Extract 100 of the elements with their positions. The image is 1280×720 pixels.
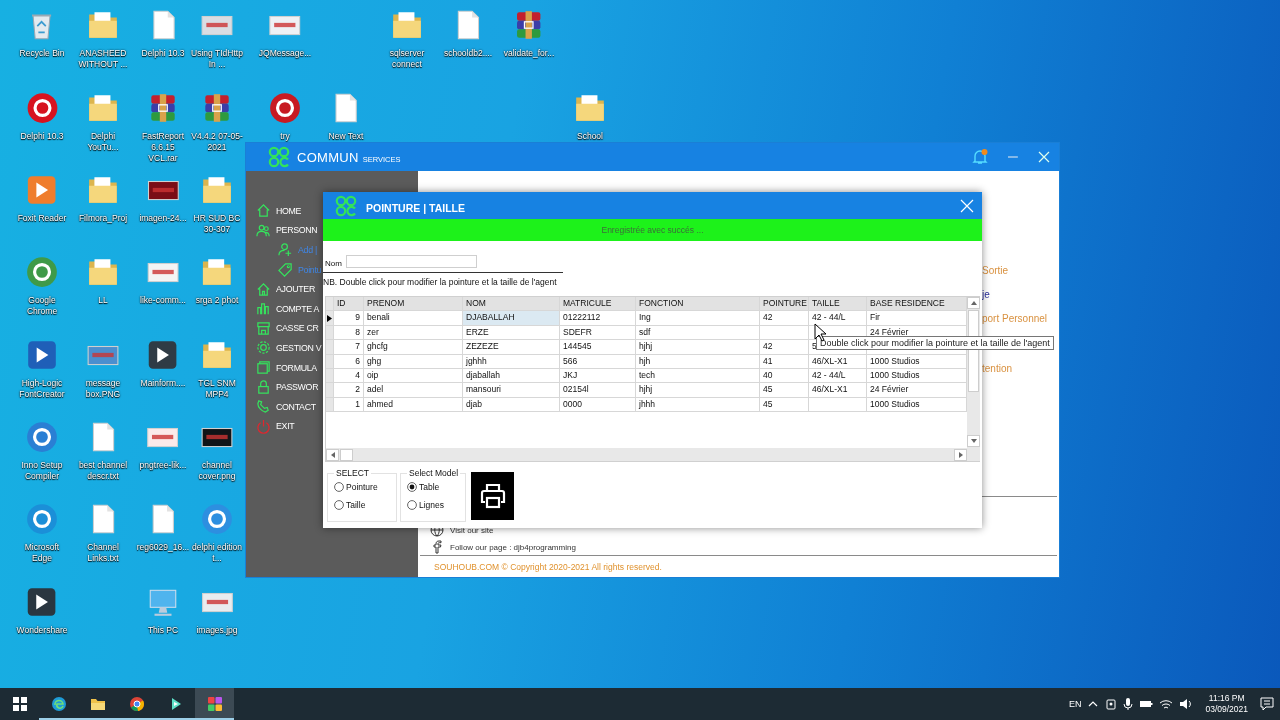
- menu-item[interactable]: PASSWOR: [256, 377, 319, 397]
- print-button[interactable]: [471, 472, 514, 520]
- close-icon[interactable]: [1037, 150, 1051, 164]
- desktop-shortcut[interactable]: Inno Setup Compiler: [15, 420, 69, 482]
- menu-item[interactable]: PERSONN: [256, 220, 318, 241]
- menu-item[interactable]: AJOUTER: [256, 279, 315, 299]
- desktop-shortcut[interactable]: like-comm...: [140, 255, 186, 306]
- column-header[interactable]: ID: [334, 297, 364, 312]
- desktop-shortcut[interactable]: images.jpg: [196, 585, 238, 636]
- desktop-shortcut[interactable]: Mainform....: [140, 338, 186, 389]
- menu-item[interactable]: COMPTE A: [256, 298, 320, 319]
- desktop-shortcut[interactable]: Delphi 10.3: [20, 91, 64, 142]
- menu-item[interactable]: HOME: [256, 201, 302, 221]
- desktop-shortcut[interactable]: sqlserver connect: [380, 8, 434, 70]
- menu-item[interactable]: Add |: [256, 240, 317, 260]
- desktop-shortcut[interactable]: best channel descr.txt: [76, 420, 130, 482]
- table-cell: 45: [760, 397, 809, 413]
- desktop-shortcut[interactable]: Delphi 10.3: [141, 8, 185, 59]
- desktop-shortcut[interactable]: Filmora_Proj: [78, 173, 128, 224]
- desktop-shortcut[interactable]: HR SUD BC 30-307: [190, 173, 244, 235]
- wifi-icon[interactable]: [1159, 698, 1174, 710]
- column-header[interactable]: NOM: [463, 297, 560, 312]
- speaker-icon[interactable]: [1179, 698, 1194, 710]
- language-indicator[interactable]: EN: [1068, 699, 1082, 709]
- radio-button[interactable]: [407, 482, 417, 492]
- menu-item[interactable]: Pointu: [256, 259, 322, 280]
- desktop-shortcut[interactable]: schooldb2....: [443, 8, 493, 59]
- desktop-shortcut[interactable]: pngtree-lik...: [139, 420, 187, 471]
- field-label: Nom: [325, 259, 342, 268]
- desktop-shortcut[interactable]: LL: [86, 255, 120, 306]
- link[interactable]: port Personnel: [982, 312, 1048, 326]
- desktop-shortcut[interactable]: delphi edition t...: [190, 502, 244, 564]
- radio-option[interactable]: Taille: [334, 500, 392, 510]
- desktop-shortcut[interactable]: validate_for...: [503, 8, 555, 59]
- link[interactable]: Follow our page : djb4programming: [450, 542, 576, 552]
- table-cell: 2: [334, 383, 364, 398]
- desktop-shortcut[interactable]: ANASHEED WITHOUT ...: [76, 8, 130, 70]
- desktop-shortcut[interactable]: Channel Links.txt: [76, 502, 130, 564]
- menu-item[interactable]: EXIT: [256, 416, 295, 437]
- table-cell: 1: [334, 397, 364, 413]
- battery-icon[interactable]: [1139, 698, 1154, 710]
- radio-option[interactable]: Table: [407, 482, 461, 492]
- desktop-shortcut[interactable]: Foxit Reader: [17, 173, 67, 224]
- microphone-icon[interactable]: [1123, 697, 1134, 711]
- link[interactable]: Sortie: [982, 264, 1009, 278]
- column-header[interactable]: PRENOM: [364, 297, 463, 312]
- menu-item[interactable]: GESTION V: [256, 338, 322, 358]
- column-header[interactable]: TAILLE: [809, 297, 867, 312]
- clock[interactable]: 11:16 PM 03/09/2021: [1205, 693, 1248, 715]
- desktop-shortcut[interactable]: Wondershare: [16, 585, 68, 636]
- table-cell: 46/XL-X1: [809, 383, 867, 398]
- desktop-shortcut[interactable]: channel cover.png: [190, 420, 244, 482]
- desktop-shortcut[interactable]: Recycle Bin: [19, 8, 65, 59]
- scroll-right-button[interactable]: [954, 448, 967, 461]
- menu-item[interactable]: FORMULA: [256, 357, 317, 378]
- desktop-shortcut[interactable]: reg6029_16...: [136, 502, 190, 553]
- table-cell: mansouri: [463, 383, 560, 398]
- radio-button[interactable]: [407, 500, 417, 510]
- desktop-shortcut[interactable]: High-Logic FontCreator: [15, 338, 69, 400]
- camera-icon[interactable]: [1105, 697, 1118, 711]
- notification-icon[interactable]: [1260, 697, 1274, 711]
- desktop-shortcut[interactable]: This PC: [146, 585, 180, 636]
- desktop-shortcut[interactable]: New Text: [328, 91, 364, 142]
- desktop-shortcut[interactable]: srga 2 phot: [195, 255, 239, 306]
- desktop-shortcut[interactable]: Google Chrome: [15, 255, 69, 317]
- radio-button[interactable]: [334, 482, 344, 492]
- desktop-shortcut[interactable]: TGL SNM MPP4: [190, 338, 244, 400]
- desktop-shortcut[interactable]: try: [268, 91, 302, 142]
- column-header[interactable]: BASE RESIDENCE: [867, 297, 967, 312]
- menu-item[interactable]: CONTACT: [256, 396, 316, 417]
- link[interactable]: Visit our site: [450, 525, 494, 535]
- scroll-up-button[interactable]: [967, 297, 980, 309]
- radio-button[interactable]: [334, 500, 344, 510]
- table-cell: 8: [334, 325, 364, 341]
- column-header[interactable]: FONCTION: [636, 297, 760, 312]
- desktop-shortcut[interactable]: Using TIdHttp In ...: [190, 8, 244, 70]
- desktop-shortcut[interactable]: Delphi YouTu...: [76, 91, 130, 153]
- scroll-left-button[interactable]: [326, 448, 339, 461]
- name-field[interactable]: [345, 255, 477, 268]
- table-cell: 46/XL-X1: [809, 354, 867, 369]
- radio-option[interactable]: Pointure: [334, 482, 392, 492]
- menu-item[interactable]: CASSE CR: [256, 318, 319, 339]
- link[interactable]: je: [982, 288, 990, 302]
- column-header[interactable]: POINTURE: [760, 297, 809, 312]
- column-header[interactable]: MATRICULE: [560, 297, 636, 312]
- people-icon: [256, 222, 271, 238]
- desktop-shortcut[interactable]: imagen-24...: [139, 173, 187, 224]
- link[interactable]: tention: [982, 362, 1013, 376]
- desktop-shortcut[interactable]: message box.PNG: [76, 338, 130, 400]
- scroll-thumb[interactable]: [340, 448, 353, 461]
- taskbar-button[interactable]: [195, 688, 234, 720]
- desktop-shortcut[interactable]: V4.4.2 07-05-2021: [190, 91, 244, 153]
- scroll-down-button[interactable]: [967, 435, 980, 447]
- radio-option[interactable]: Lignes: [407, 500, 461, 510]
- row-header[interactable]: [326, 311, 334, 326]
- desktop-shortcut[interactable]: Microsoft Edge: [15, 502, 69, 564]
- desktop-shortcut[interactable]: School: [573, 91, 607, 142]
- desktop-shortcut[interactable]: JQMessage...: [258, 8, 312, 59]
- table-cell: djaballah: [463, 368, 560, 384]
- desktop-shortcut[interactable]: FastReport 6.6.15 VCL.rar: [136, 91, 190, 164]
